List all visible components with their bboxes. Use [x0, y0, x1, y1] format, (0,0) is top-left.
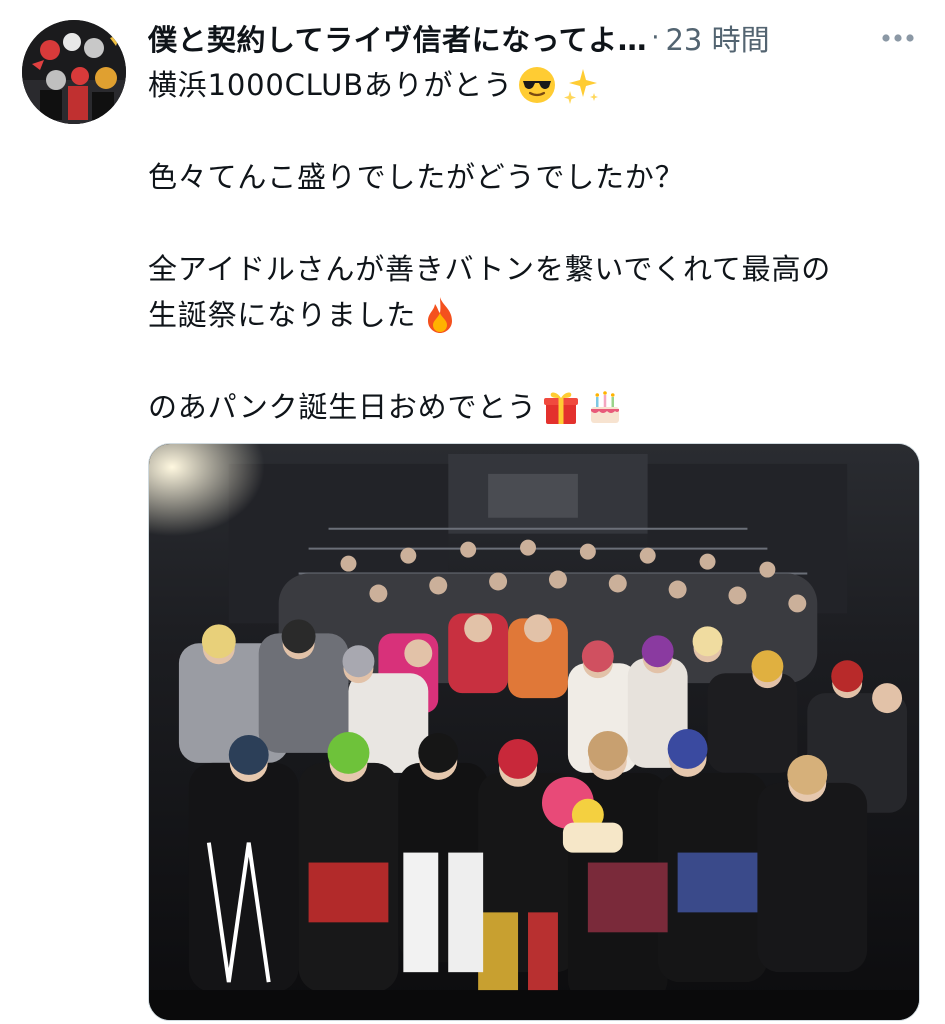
- cake-emoji: [585, 387, 625, 427]
- tweet-line-text: 横浜1000CLUBありがとう: [148, 68, 513, 102]
- sunglasses-emoji: [517, 65, 557, 105]
- tweet-line: [148, 108, 928, 154]
- more-options-icon[interactable]: [878, 20, 918, 56]
- fire-emoji: [420, 295, 460, 335]
- author-name[interactable]: 僕と契約してライヴ信者になってよ…: [148, 17, 647, 59]
- tweet-line: 生誕祭になりました: [148, 292, 928, 338]
- header-separator: ·: [651, 23, 660, 53]
- tweet-line: [148, 200, 928, 246]
- gift-emoji: [541, 387, 581, 427]
- tweet-line: [148, 338, 928, 384]
- tweet-line: 全アイドルさんが善きバトンを繋いでくれて最高の: [148, 246, 928, 292]
- avatar-image: [22, 20, 126, 124]
- tweet-line-text: 生誕祭になりました: [148, 298, 417, 332]
- tweet-line: のあパンク誕生日おめでとう: [148, 384, 928, 430]
- tweet-photo[interactable]: [148, 443, 920, 1021]
- group-photo-image: [149, 444, 919, 1020]
- sparkles-emoji: [561, 65, 601, 105]
- tweet-header: 僕と契約してライヴ信者になってよ… · 23 時間: [148, 14, 928, 62]
- tweet-line: 色々てんこ盛りでしたがどうでしたか？: [148, 154, 928, 200]
- tweet-timestamp[interactable]: 23 時間: [665, 17, 769, 59]
- tweet-line-text: のあパンク誕生日おめでとう: [148, 390, 537, 424]
- tweet-line: 横浜1000CLUBありがとう: [148, 62, 928, 108]
- tweet-text: 横浜1000CLUBありがとう色々てんこ盛りでしたがどうでしたか？ 全アイドルさん…: [148, 62, 928, 430]
- author-avatar[interactable]: [22, 20, 126, 124]
- tweet-line-text: 色々てんこ盛りでしたがどうでしたか？: [148, 160, 685, 194]
- tweet-line-text: 全アイドルさんが善きバトンを繋いでくれて最高の: [148, 252, 832, 286]
